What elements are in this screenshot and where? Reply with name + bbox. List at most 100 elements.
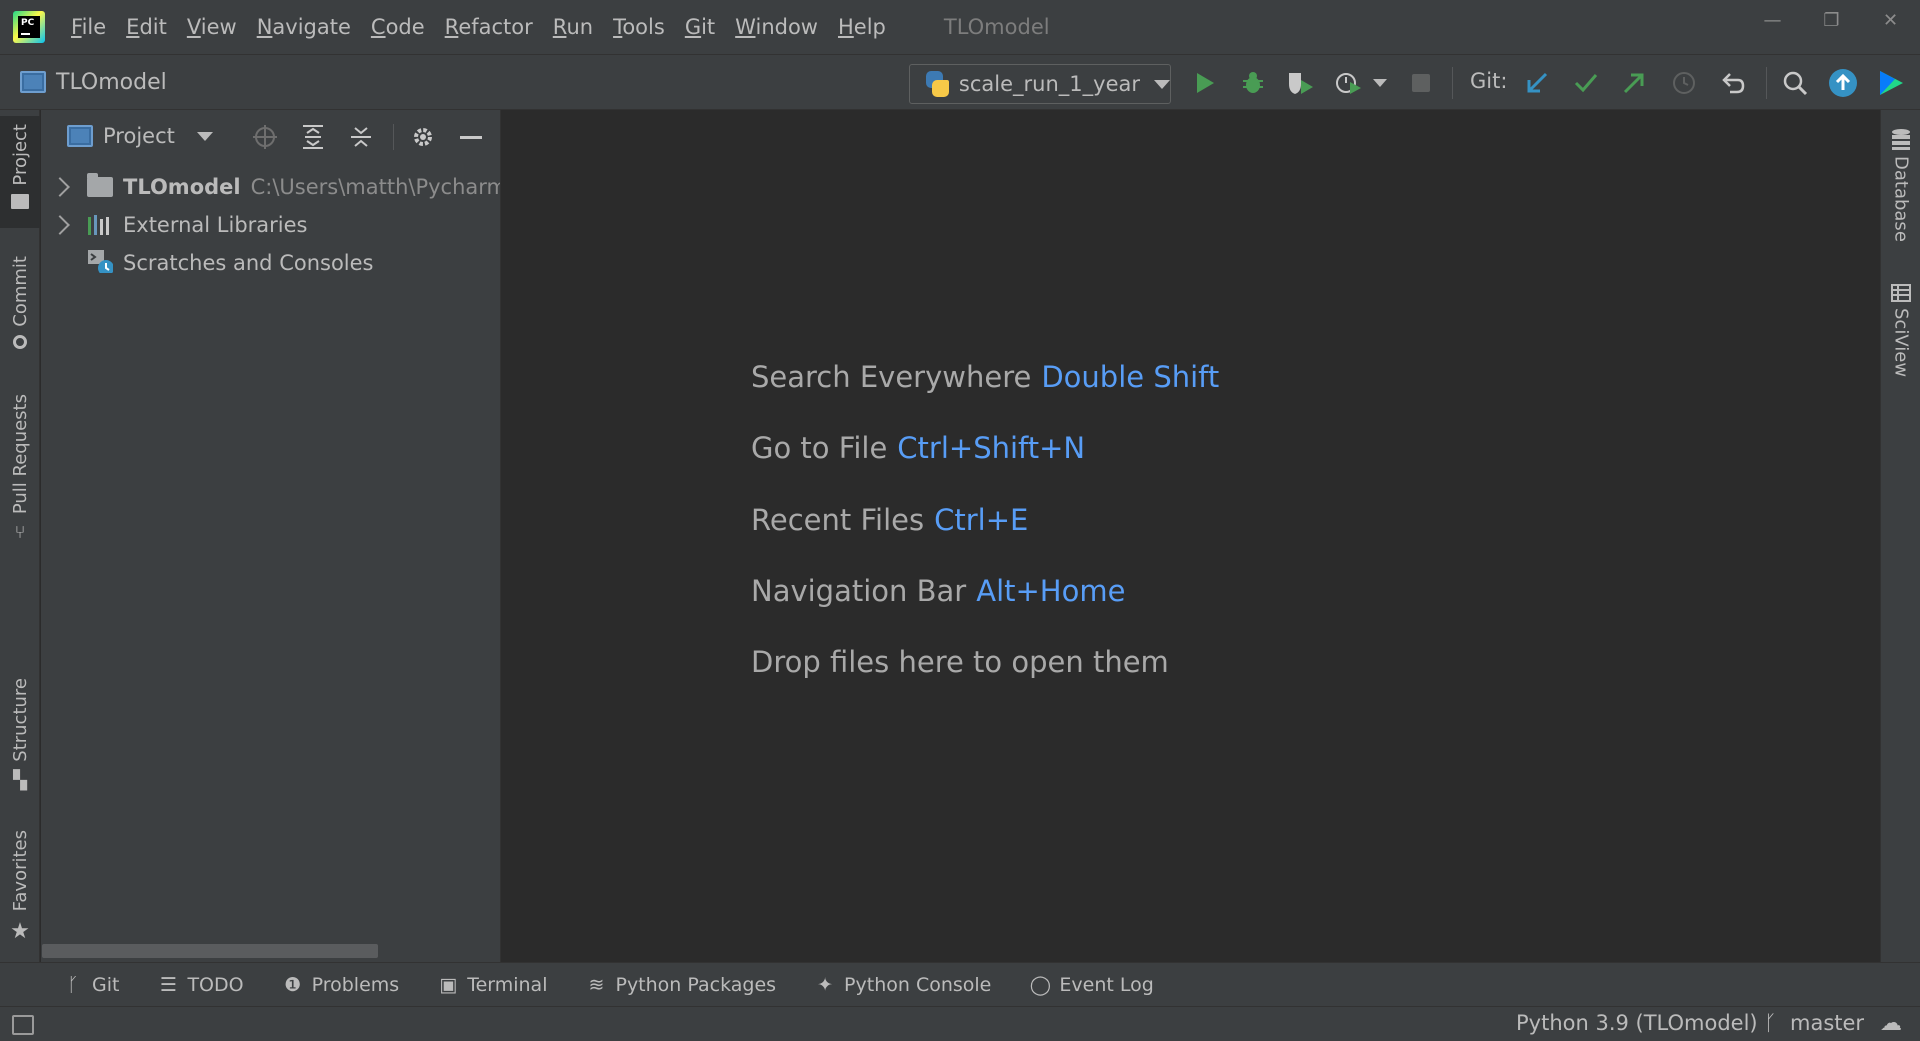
python-icon — [926, 71, 949, 97]
run-configuration-dropdown[interactable]: scale_run_1_year — [909, 64, 1171, 104]
menu-code[interactable]: Code — [361, 0, 435, 54]
restore-button[interactable]: ❐ — [1802, 0, 1861, 40]
tab-database-label: Database — [1890, 156, 1912, 242]
hint-search-everywhere: Search Everywhere Double Shift — [751, 360, 1220, 394]
chevron-right-icon[interactable] — [50, 177, 70, 197]
scratches-icon — [88, 250, 113, 273]
tree-item-tlomodel[interactable]: TLOmodelC:\Users\matth\PycharmProjects\T… — [41, 168, 500, 206]
tab-python-console[interactable]: ✦ Python Console — [814, 974, 991, 996]
tab-project-label: Project — [9, 124, 31, 186]
search-icon — [1783, 71, 1808, 96]
menu-navigate[interactable]: Navigate — [247, 0, 361, 54]
hint-drop-files: Drop files here to open them — [751, 645, 1169, 679]
tab-todo[interactable]: ☰ TODO — [157, 974, 244, 996]
tab-favorites[interactable]: Favorites ★ — [0, 830, 40, 954]
database-icon — [1892, 129, 1910, 150]
project-settings-button[interactable] — [409, 123, 437, 151]
git-branch-widget[interactable]: master — [1790, 1011, 1864, 1035]
hint-navigation-bar: Navigation Bar Alt+Home — [751, 574, 1126, 608]
chevron-right-icon[interactable] — [50, 215, 70, 235]
tab-project[interactable]: Project — [0, 116, 40, 228]
project-panel-title[interactable]: Project — [103, 124, 175, 148]
breadcrumb[interactable]: TLOmodel — [20, 70, 167, 95]
more-run-options-button[interactable] — [1370, 68, 1390, 98]
tab-event-log[interactable]: ◯ Event Log — [1029, 974, 1154, 996]
menu-file[interactable]: File — [61, 0, 116, 54]
tab-structure[interactable]: Structure ▚ — [0, 678, 40, 798]
tab-problems[interactable]: ❶ Problems — [282, 974, 399, 996]
menu-git[interactable]: Git — [675, 0, 725, 54]
shortcut-label: Ctrl+E — [934, 503, 1029, 537]
clock-icon — [1673, 72, 1695, 94]
run-with-coverage-button[interactable] — [1286, 68, 1316, 98]
window-controls: — ❐ ✕ — [1743, 0, 1920, 40]
hide-panel-button[interactable] — [457, 123, 485, 151]
git-label: Git: — [1470, 69, 1508, 93]
toggle-tool-windows-icon[interactable] — [12, 1015, 34, 1035]
menu-view[interactable]: View — [177, 0, 247, 54]
pycharm-logo-icon: PC — [13, 11, 45, 43]
menu-window[interactable]: Window — [725, 0, 828, 54]
project-view-icon — [67, 125, 93, 147]
horizontal-scrollbar[interactable] — [42, 944, 378, 958]
tree-item-label: Scratches and Consoles — [123, 251, 374, 275]
tab-python-packages[interactable]: ≋ Python Packages — [585, 974, 777, 996]
menu-help[interactable]: Help — [828, 0, 896, 54]
menu-run[interactable]: Run — [543, 0, 603, 54]
menu-tools[interactable]: Tools — [603, 0, 675, 54]
profile-button[interactable] — [1334, 68, 1364, 98]
breadcrumb-project[interactable]: TLOmodel — [56, 70, 167, 95]
folder-icon — [11, 193, 29, 209]
tab-commit-label: Commit — [9, 256, 31, 327]
git-history-button[interactable] — [1669, 68, 1699, 98]
chevron-down-icon[interactable] — [196, 131, 213, 141]
minimize-button[interactable]: — — [1743, 0, 1802, 40]
tab-git[interactable]: ᚴ Git — [62, 974, 119, 996]
tab-favorites-label: Favorites — [9, 830, 31, 912]
shortcut-label: Alt+Home — [976, 574, 1126, 608]
right-tool-strip: Database SciView — [1880, 110, 1920, 962]
run-configuration-label: scale_run_1_year — [958, 72, 1140, 96]
shortcut-label: Ctrl+Shift+N — [897, 431, 1086, 465]
menu-refactor[interactable]: Refactor — [435, 0, 543, 54]
tree-item-label: External Libraries — [123, 213, 308, 237]
rollback-button[interactable] — [1718, 68, 1748, 98]
minimize-icon — [460, 135, 482, 139]
status-bar: Python 3.9 (TLOmodel) ᚴ master ☁ — [0, 1006, 1920, 1041]
crosshair-icon — [253, 125, 277, 149]
event-notifications-icon[interactable]: ☁ — [1880, 1011, 1902, 1036]
search-everywhere-button[interactable] — [1780, 68, 1810, 98]
tree-item-scratches[interactable]: Scratches and Consoles — [41, 244, 500, 282]
tree-item-label: TLOmodelC:\Users\matth\PycharmProjects\T… — [123, 175, 500, 199]
gear-icon — [414, 128, 432, 146]
tab-pull-requests[interactable]: Pull Requests ⑂ — [0, 394, 40, 564]
python-interpreter-widget[interactable]: Python 3.9 (TLOmodel) — [1516, 1011, 1758, 1035]
tab-sciview[interactable]: SciView — [1881, 284, 1920, 404]
code-with-me-button[interactable] — [1876, 68, 1906, 98]
stop-button[interactable] — [1406, 68, 1436, 98]
tree-item-external-libraries[interactable]: External Libraries — [41, 206, 500, 244]
run-button[interactable] — [1190, 68, 1220, 98]
close-button[interactable]: ✕ — [1861, 0, 1920, 40]
main-menu: File Edit View Navigate Code Refactor Ru… — [61, 0, 896, 54]
git-commit-button[interactable] — [1571, 68, 1601, 98]
tab-terminal[interactable]: ▣ Terminal — [437, 974, 547, 996]
editor-area[interactable]: Search Everywhere Double Shift Go to File… — [502, 110, 1879, 962]
debug-button[interactable] — [1238, 68, 1268, 98]
update-arrow-icon — [1829, 69, 1857, 97]
git-push-button[interactable] — [1619, 68, 1649, 98]
git-update-button[interactable] — [1522, 68, 1552, 98]
project-tree: TLOmodelC:\Users\matth\PycharmProjects\T… — [41, 162, 500, 282]
chevron-down-icon — [1373, 79, 1387, 87]
project-panel-header: Project — [41, 110, 500, 162]
collapse-all-button[interactable] — [347, 123, 375, 151]
profiler-icon — [1336, 73, 1361, 94]
coverage-icon — [1289, 73, 1313, 94]
tab-commit[interactable]: Commit — [0, 256, 40, 366]
expand-all-icon — [303, 125, 323, 149]
select-opened-file-button[interactable] — [251, 123, 279, 151]
ide-update-button[interactable] — [1828, 68, 1858, 98]
expand-all-button[interactable] — [299, 123, 327, 151]
tab-database[interactable]: Database — [1881, 128, 1920, 258]
menu-edit[interactable]: Edit — [116, 0, 177, 54]
